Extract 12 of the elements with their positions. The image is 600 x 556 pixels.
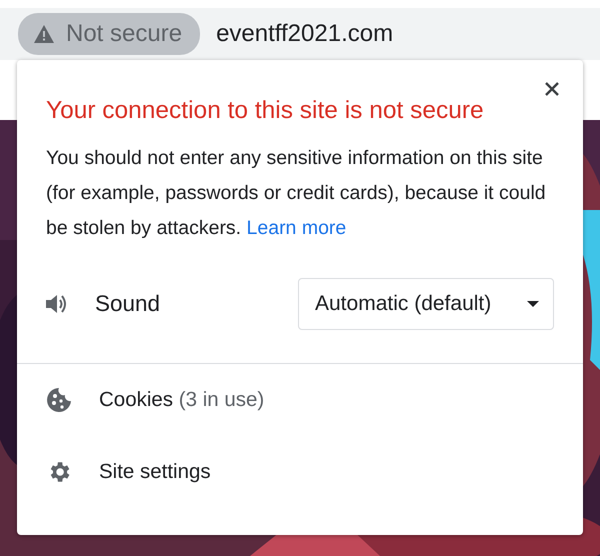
site-settings-item[interactable]: Site settings	[17, 436, 583, 508]
cookie-icon	[46, 387, 72, 413]
speaker-icon	[46, 294, 68, 314]
warning-title: Your connection to this site is not secure	[45, 96, 485, 125]
caret-icon	[527, 301, 539, 307]
permission-label: Sound	[95, 291, 162, 317]
warning-message: You should not enter any sensitive information on this site (for example, passwords or credit cards), because it could be stolen by attackers. Learn more	[45, 146, 547, 241]
learn-more-link[interactable]: Learn more	[246, 217, 346, 239]
cookies-item[interactable]: Cookies (3 in use)	[17, 364, 583, 436]
warning-icon	[34, 25, 54, 43]
url-text[interactable]: eventff2021.com	[216, 20, 394, 48]
sound-dropdown[interactable]: Automatic (default)	[298, 278, 554, 330]
